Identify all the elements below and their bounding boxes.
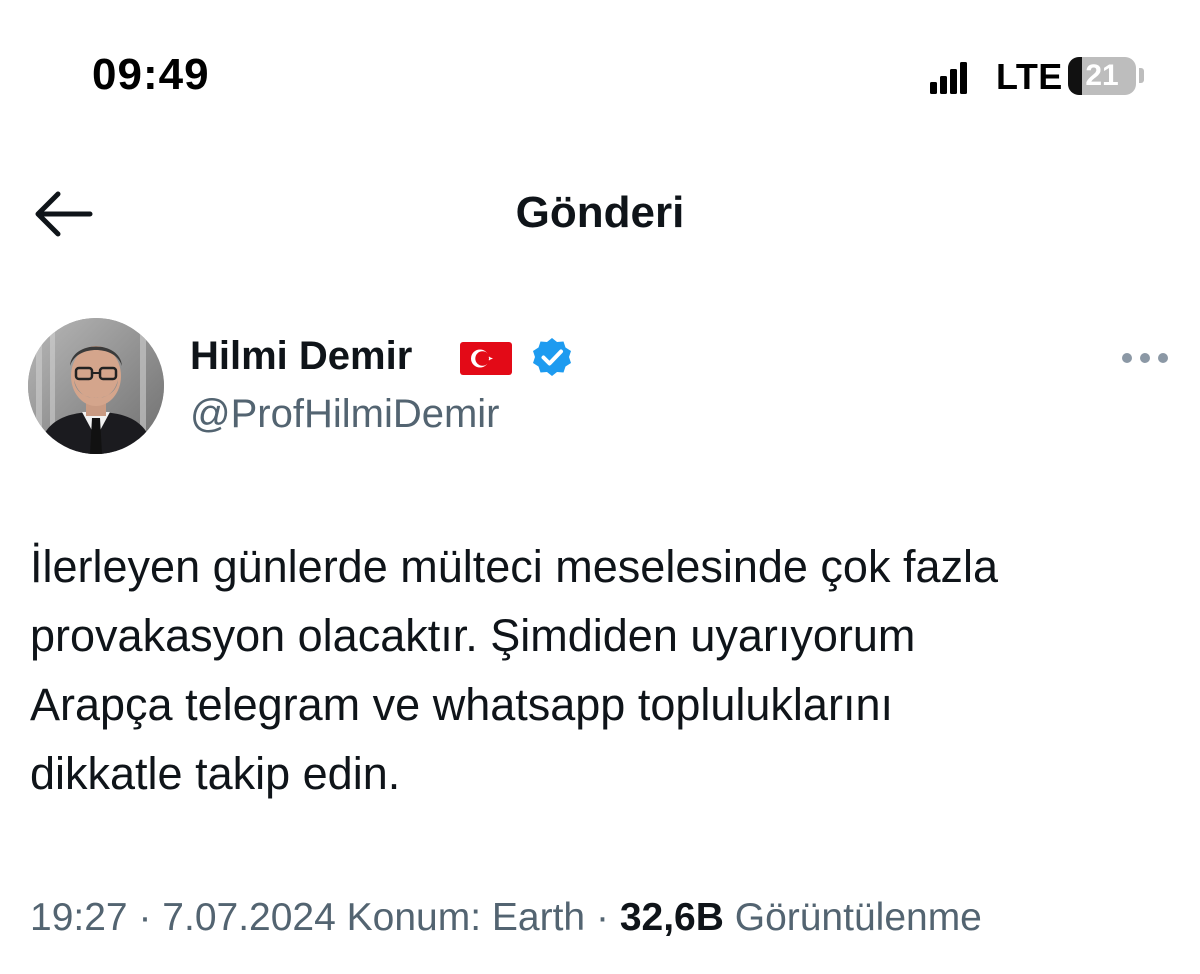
battery-level: 21 [1085, 59, 1119, 92]
post-date[interactable]: 7.07.2024 [162, 896, 336, 939]
page-title: Gönderi [515, 188, 685, 237]
post-location: Konum: Earth [346, 896, 586, 939]
meta-separator: · [595, 896, 609, 939]
battery-cap [1139, 68, 1144, 83]
post-text-line: dikkatle takip edin. [30, 748, 401, 799]
more-dot [1140, 353, 1150, 363]
status-bar: 09:49 LTE 21 [0, 0, 1200, 150]
views-count[interactable]: 32,6B [620, 896, 724, 939]
post-text-line: provakasyon olacaktır. Şimdiden uyarıyor… [30, 610, 916, 661]
post-text-line: İlerleyen günlerde mülteci meselesinde ç… [30, 541, 999, 592]
post-text: İlerleyen günlerde mülteci meselesinde ç… [30, 532, 1180, 808]
signal-strength-icon [930, 58, 970, 94]
more-options-icon [1122, 353, 1132, 363]
avatar-image [28, 318, 164, 454]
more-dot [1158, 353, 1168, 363]
author-handle[interactable]: @ProfHilmiDemir [190, 392, 500, 437]
author-display-name[interactable]: Hilmi Demir [190, 334, 412, 379]
post-meta: 19:27 · 7.07.2024 Konum: Earth · 32,6B G… [30, 896, 982, 940]
battery-icon: 21 [1068, 57, 1136, 95]
status-time: 09:49 [92, 50, 210, 99]
more-options-button[interactable] [1120, 344, 1170, 372]
network-type: LTE [996, 56, 1063, 97]
turkey-flag-icon [460, 342, 512, 375]
avatar[interactable] [28, 318, 164, 454]
verified-badge-icon [533, 338, 571, 376]
post-text-line: Arapça telegram ve whatsapp toplulukları… [30, 679, 893, 730]
views-label: Görüntülenme [734, 896, 982, 939]
meta-separator: · [138, 896, 152, 939]
post-time[interactable]: 19:27 [30, 896, 128, 939]
